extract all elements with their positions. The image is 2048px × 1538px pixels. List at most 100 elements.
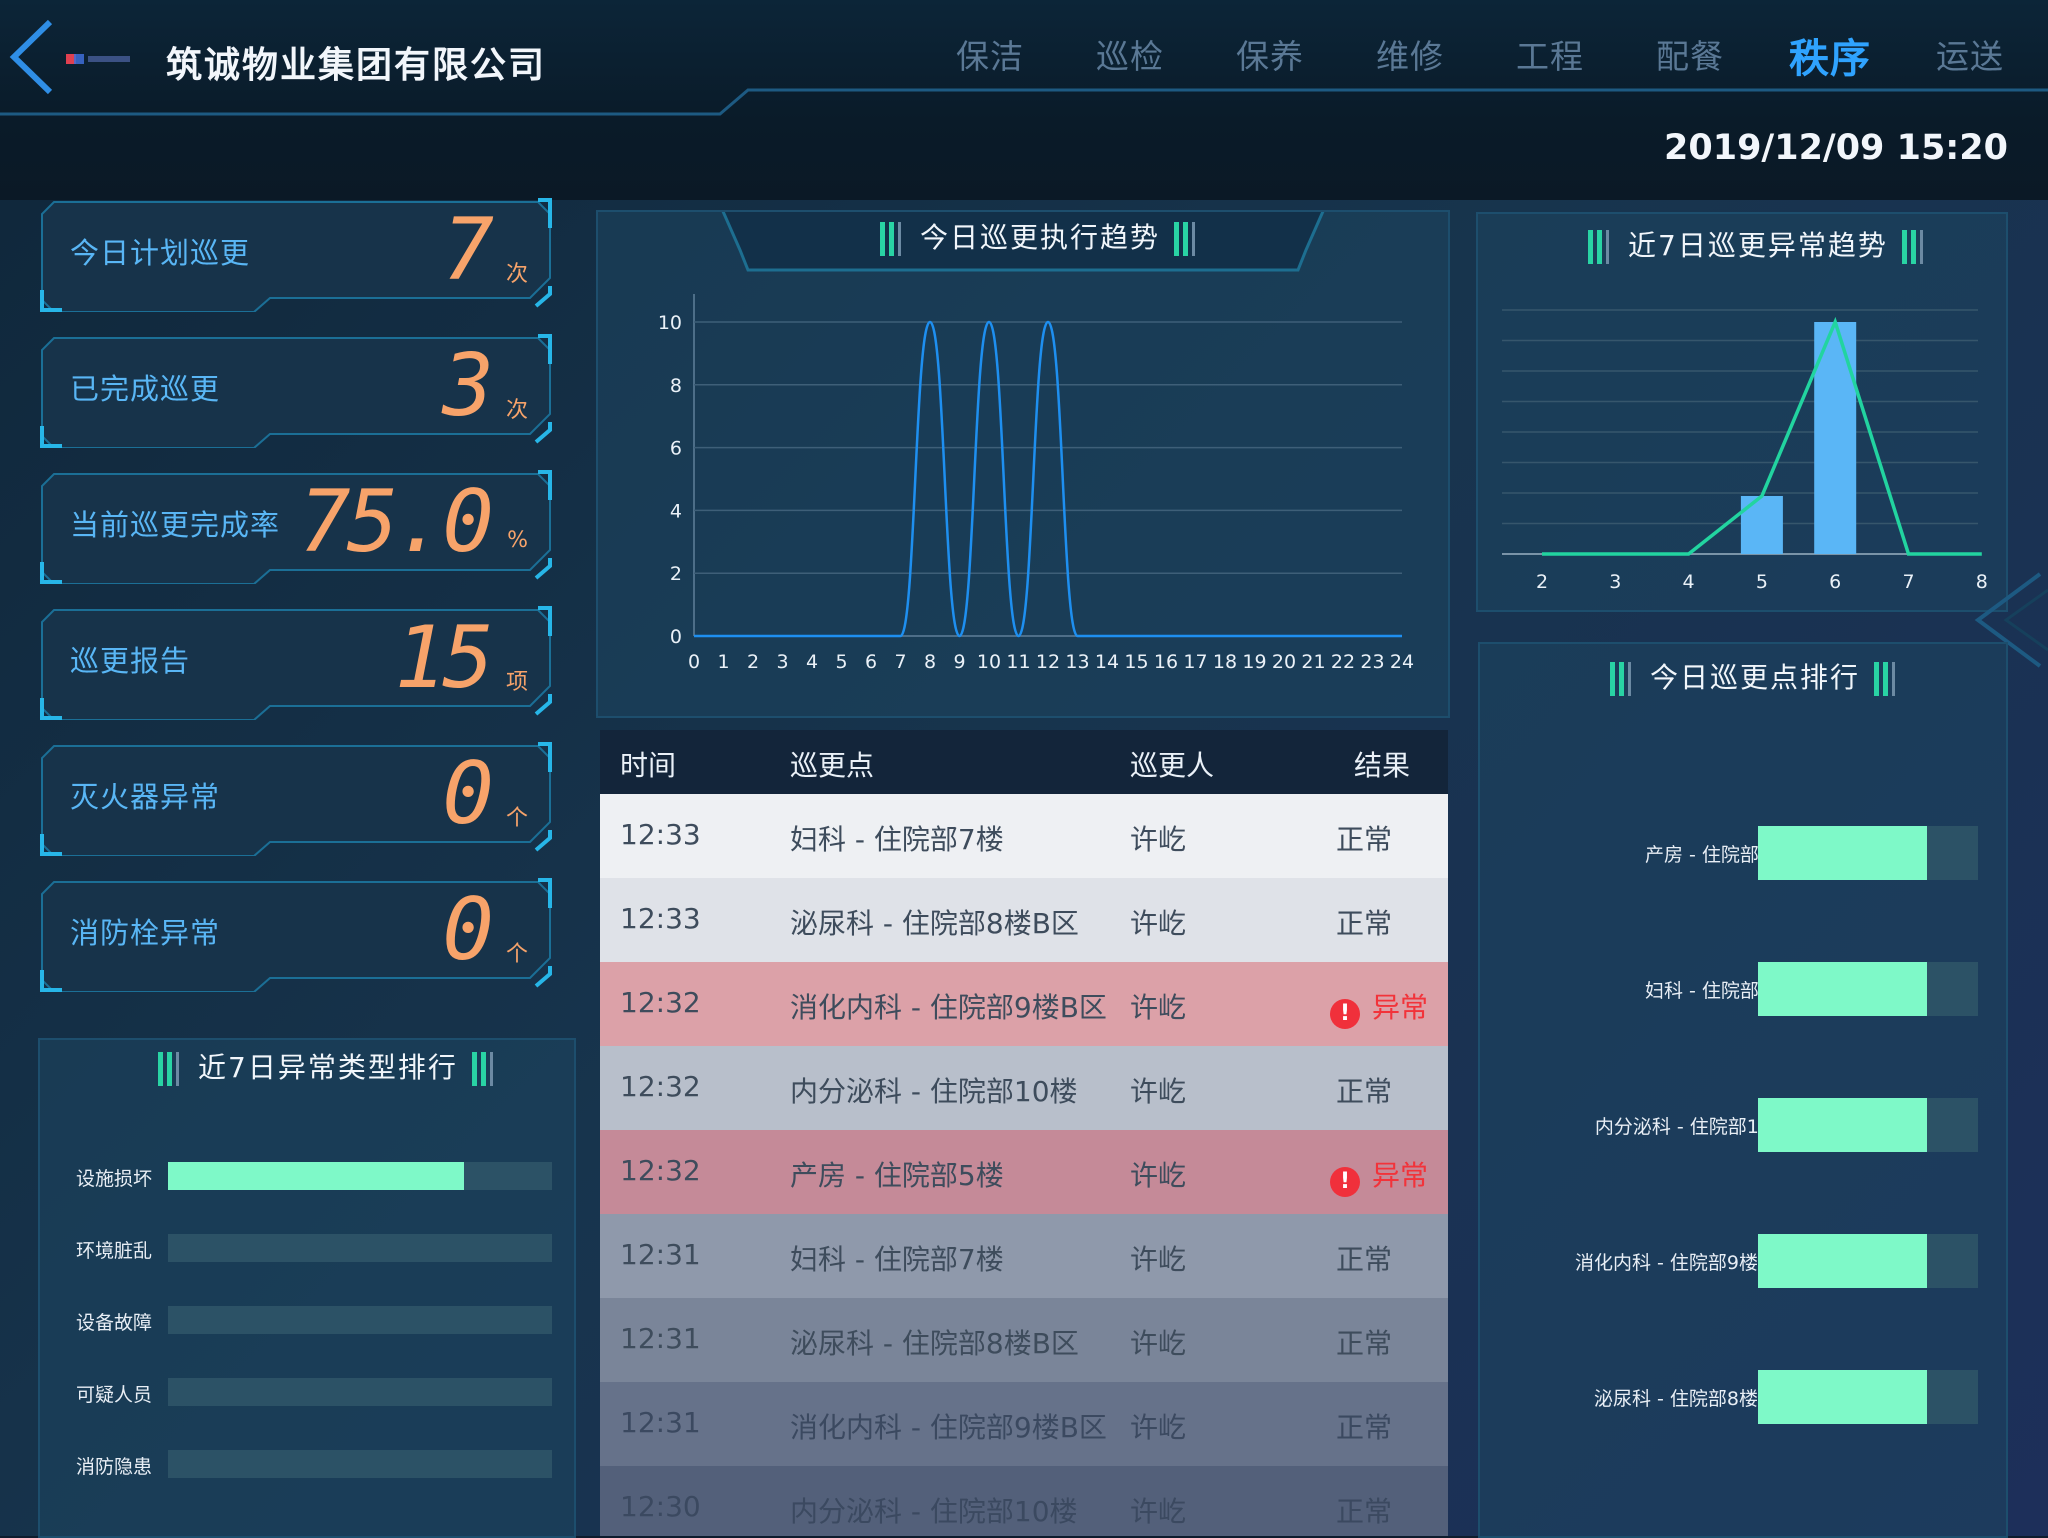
abnormal-type-label: 设施损坏 — [76, 1168, 153, 1190]
cell-result: ! 异常 — [1330, 1154, 1428, 1197]
cell-time: 12:33 — [620, 902, 701, 935]
cell-result: 正常 — [1336, 1322, 1392, 1362]
point-rank-bar — [1758, 1098, 1928, 1152]
cell-result: 正常 — [1336, 1238, 1392, 1278]
stat-card-4[interactable]: 灭火器异常 0 个 — [40, 742, 552, 856]
x-tick-label: 24 — [1390, 651, 1414, 673]
table-header: 时间 巡更点 巡更人 结果 — [600, 730, 1448, 794]
x-tick-label: 13 — [1065, 651, 1089, 673]
table-row[interactable]: 12:31 消化内科 - 住院部9楼B区 许屹 正常 — [600, 1382, 1448, 1466]
cell-time: 12:31 — [620, 1322, 701, 1355]
tab-1[interactable]: 巡检 — [1060, 30, 1200, 84]
point-rank-bar — [1758, 826, 1928, 880]
abnormal-type-title: 近7日异常类型排行 — [144, 1046, 512, 1086]
result-text: 正常 — [1336, 1075, 1393, 1108]
abnormal-type-row: 可疑人员 — [40, 1378, 574, 1406]
abnormal-type-bar-track — [168, 1234, 552, 1262]
tab-4[interactable]: 工程 — [1480, 30, 1620, 84]
cell-point: 消化内科 - 住院部9楼B区 — [790, 991, 1107, 1024]
cell-result: 正常 — [1336, 1070, 1392, 1110]
tab-2[interactable]: 保养 — [1200, 30, 1340, 84]
cell-person: 许屹 — [1130, 991, 1187, 1024]
table-row[interactable]: 12:30 内分泌科 - 住院部10楼 许屹 正常 — [600, 1466, 1448, 1536]
x-tick-label: 4 — [1683, 571, 1695, 593]
tab-5[interactable]: 配餐 — [1620, 30, 1760, 84]
stat-card-0[interactable]: 今日计划巡更 7 次 — [40, 198, 552, 312]
stat-card-3[interactable]: 巡更报告 15 项 — [40, 606, 552, 720]
abnormal-type-bar-track — [168, 1306, 552, 1334]
x-tick-label: 19 — [1242, 651, 1266, 673]
warning-icon: ! — [1330, 999, 1360, 1029]
stat-value: 0 — [442, 880, 494, 980]
company-name: 筑诚物业集团有限公司 — [166, 45, 547, 86]
cell-time: 12:33 — [620, 818, 701, 851]
table-row[interactable]: 12:32 内分泌科 - 住院部10楼 许屹 正常 — [600, 1046, 1448, 1130]
back-button[interactable] — [6, 18, 56, 96]
cell-time: 12:32 — [620, 986, 701, 1019]
header-person: 巡更人 — [1130, 749, 1215, 782]
x-tick-label: 4 — [806, 651, 818, 673]
point-rank-bar — [1758, 1370, 1928, 1424]
week-trend-title: 近7日巡更异常趋势 — [1574, 224, 1942, 264]
x-tick-label: 10 — [977, 651, 1001, 673]
chevron-left-icon — [9, 19, 53, 95]
stat-label: 消防栓异常 — [70, 916, 221, 950]
point-rank-row: 消化内科 - 住院部9楼B区 — [1480, 1234, 2006, 1288]
cell-person: 许屹 — [1130, 907, 1187, 940]
stat-card-5[interactable]: 消防栓异常 0 个 — [40, 878, 552, 992]
point-rank-title: 今日巡更点排行 — [1596, 656, 1914, 696]
table-row[interactable]: 12:32 产房 - 住院部5楼 许屹! 异常 — [600, 1130, 1448, 1214]
table-row[interactable]: 12:31 泌尿科 - 住院部8楼B区 许屹 正常 — [600, 1298, 1448, 1382]
tab-3[interactable]: 维修 — [1340, 30, 1480, 84]
x-tick-label: 15 — [1124, 651, 1148, 673]
abnormal-type-bar-track — [168, 1450, 552, 1478]
abnormal-type-row: 环境脏乱 — [40, 1234, 574, 1262]
tab-0[interactable]: 保洁 — [920, 30, 1060, 84]
point-rank-bar-track — [1758, 1234, 1978, 1288]
x-tick-label: 18 — [1213, 651, 1237, 673]
point-rank-bar-track — [1758, 962, 1978, 1016]
stat-label: 已完成巡更 — [70, 372, 221, 406]
table-row[interactable]: 12:32 消化内科 - 住院部9楼B区 许屹! 异常 — [600, 962, 1448, 1046]
cell-point: 内分泌科 - 住院部10楼 — [790, 1075, 1078, 1108]
x-tick-label: 2 — [1536, 571, 1548, 593]
result-text: 异常 — [1372, 1159, 1429, 1192]
tab-6[interactable]: 秩序 — [1760, 26, 1900, 84]
x-tick-label: 22 — [1331, 651, 1355, 673]
abnormal-type-row: 设备故障 — [40, 1306, 574, 1334]
stat-card-2[interactable]: 当前巡更完成率 75.0% — [40, 470, 552, 584]
title-bars-icon — [471, 1052, 498, 1086]
point-rank-bar-track — [1758, 826, 1978, 880]
cell-result: 正常 — [1336, 1406, 1392, 1446]
y-tick-label: 2 — [670, 563, 682, 585]
cell-point: 产房 - 住院部5楼 — [790, 1159, 1004, 1192]
table-row[interactable]: 12:31 妇科 - 住院部7楼 许屹 正常 — [600, 1214, 1448, 1298]
x-tick-label: 17 — [1183, 651, 1207, 673]
trend-chart-panel: 0 2 4 6 8 10 0 1 2 3 4 5 6 7 8 9 10 11 12 13 14 15 16 17 18 19 20 2… — [596, 210, 1450, 718]
title-bars-icon — [880, 222, 906, 256]
cell-time: 12:30 — [620, 1490, 701, 1523]
cell-time: 12:32 — [620, 1154, 701, 1187]
table-row[interactable]: 12:33 妇科 - 住院部7楼 许屹 正常 — [600, 794, 1448, 878]
result-text: 正常 — [1336, 1327, 1393, 1360]
trend-chart: 02468100 1 2 3 4 5 6 7 8 9 10 11 12 13 14 15 16 17 18 19 20 2… — [658, 212, 1414, 673]
tab-7[interactable]: 运送 — [1900, 30, 2040, 84]
abnormal-type-bar-track — [168, 1378, 552, 1406]
y-tick-label: 8 — [670, 375, 682, 397]
abnormal-type-label: 消防隐患 — [76, 1456, 153, 1478]
x-tick-label: 11 — [1006, 651, 1030, 673]
x-tick-label: 1 — [717, 651, 729, 673]
abnormal-type-label: 设备故障 — [76, 1312, 153, 1334]
table-row[interactable]: 12:33 泌尿科 - 住院部8楼B区 许屹 正常 — [600, 878, 1448, 962]
point-rank-bar-track — [1758, 1370, 1978, 1424]
abnormal-type-bar — [168, 1162, 464, 1190]
stat-unit: 个 — [505, 942, 528, 967]
stat-card-1[interactable]: 已完成巡更 3 次 — [40, 334, 552, 448]
abnormal-type-panel: 近7日异常类型排行 设施损坏环境脏乱设备故障可疑人员消防隐患 — [38, 1038, 576, 1538]
x-tick-label: 8 — [924, 651, 936, 673]
point-rank-row: 妇科 - 住院部7楼 — [1480, 962, 2006, 1016]
cell-result: 正常 — [1336, 1490, 1392, 1530]
x-tick-label: 16 — [1154, 651, 1178, 673]
stat-unit: 个 — [505, 806, 528, 831]
cell-person: 许屹 — [1130, 1243, 1187, 1276]
